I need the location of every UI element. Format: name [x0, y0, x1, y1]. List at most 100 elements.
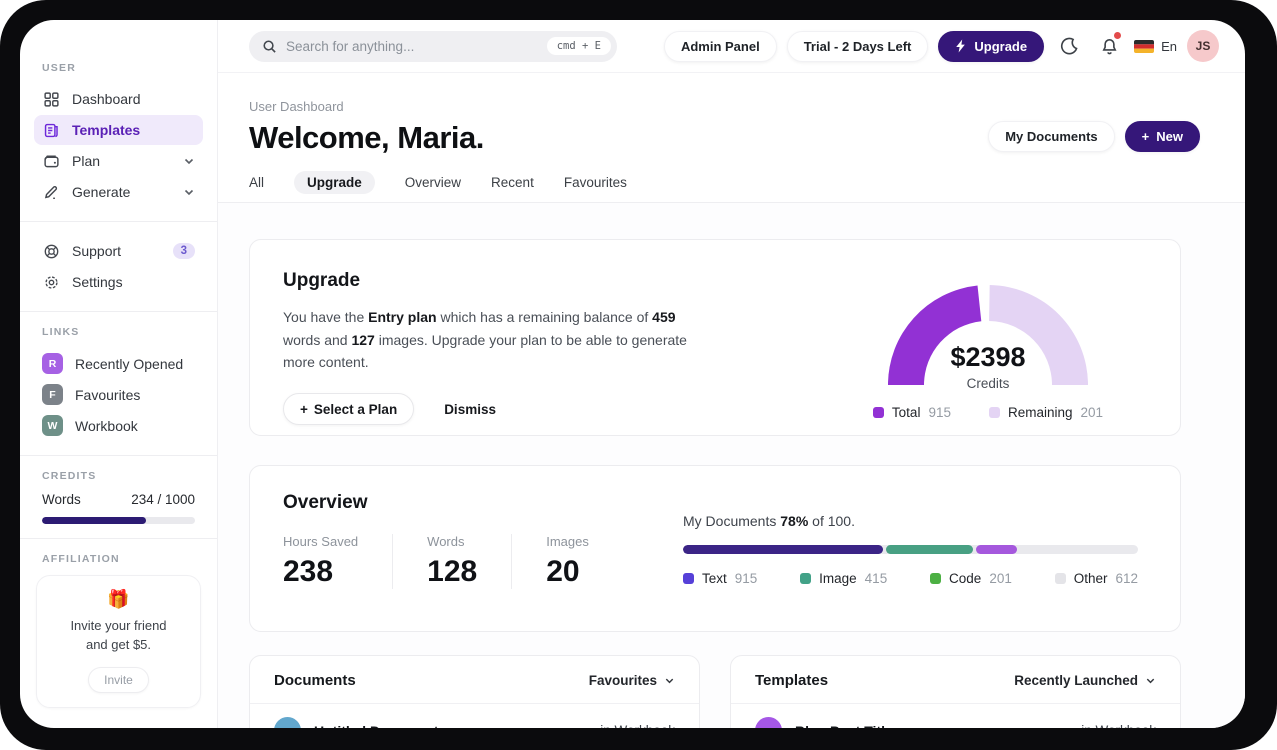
my-documents-button[interactable]: My Documents [988, 121, 1115, 152]
words-remaining: 459 [652, 309, 676, 325]
body-text: You have the [283, 309, 369, 325]
user-avatar[interactable]: JS [1187, 30, 1219, 62]
stat-words: Words 128 [427, 534, 513, 589]
section-label-credits: CREDITS [42, 470, 97, 482]
topbar-right: Admin Panel Trial - 2 Days Left Upgrade [663, 30, 1219, 62]
documents-filter-label: Favourites [588, 673, 657, 688]
sidebar-item-dashboard[interactable]: Dashboard [34, 84, 203, 114]
lifebuoy-icon [42, 242, 61, 261]
legend-swatch [930, 573, 942, 584]
notifications-button[interactable] [1094, 31, 1124, 61]
plan-name: Entry plan [368, 309, 437, 325]
legend-value: 415 [864, 571, 888, 586]
language-code: En [1161, 38, 1177, 54]
sidebar-item-settings[interactable]: Settings [34, 267, 203, 297]
document-row[interactable]: Untitled Document in Workbook [250, 704, 699, 728]
sidebar-link-workbook[interactable]: W Workbook [34, 410, 203, 441]
link-initial-badge: W [42, 415, 63, 436]
affiliation-card: 🎁 Invite your friend and get $5. Invite [36, 575, 201, 708]
sidebar-link-recently-opened[interactable]: R Recently Opened [34, 348, 203, 379]
sidebar-item-label: Support [72, 243, 122, 259]
upgrade-actions: + Select a Plan Dismiss [283, 393, 708, 426]
search-input[interactable]: Search for anything... cmd + E [249, 30, 617, 62]
credits-gauge: $2398 Credits Total 915 Remaining 201 [838, 270, 1138, 420]
legend-item-total: Total 915 [872, 405, 951, 420]
trial-button[interactable]: Trial - 2 Days Left [786, 30, 929, 62]
topbar: Search for anything... cmd + E Admin Pan… [218, 20, 1245, 73]
documents-card: Documents Favourites Untitled Document i… [249, 655, 700, 728]
sidebar-item-label: Settings [72, 274, 123, 290]
gauge-center: $2398 Credits [873, 342, 1103, 391]
bar-segment-code [975, 545, 1017, 554]
template-avatar [755, 717, 782, 728]
caption-text: My Documents [683, 513, 781, 529]
tab-recent[interactable]: Recent [491, 171, 534, 194]
search-placeholder: Search for anything... [286, 38, 415, 54]
tab-upgrade[interactable]: Upgrade [294, 171, 375, 194]
upgrade-button[interactable]: Upgrade [938, 30, 1045, 62]
legend-value: 915 [734, 571, 758, 586]
sidebar-item-generate[interactable]: Generate [34, 177, 203, 207]
legend-item-other: Other 612 [1054, 571, 1138, 586]
select-plan-button[interactable]: + Select a Plan [283, 393, 415, 426]
documents-filter-dropdown[interactable]: Favourites [589, 673, 675, 688]
stat-value: 128 [427, 555, 478, 588]
moon-icon [1060, 37, 1078, 54]
tab-favourites[interactable]: Favourites [564, 171, 627, 194]
notification-dot [1114, 32, 1122, 39]
gear-icon [42, 273, 61, 292]
legend-swatch [872, 407, 884, 418]
select-plan-label: Select a Plan [313, 401, 398, 417]
stat-label: Hours Saved [283, 534, 359, 549]
bar-segment-image [886, 545, 973, 554]
chevron-down-icon [1146, 678, 1155, 684]
templates-filter-dropdown[interactable]: Recently Launched [1014, 673, 1156, 688]
dark-mode-toggle[interactable] [1054, 31, 1084, 61]
legend-item-image: Image 415 [800, 571, 887, 586]
german-flag-icon [1134, 39, 1155, 53]
sidebar-link-label: Workbook [75, 417, 138, 434]
section-label-user: USER [42, 62, 76, 74]
legend-label: Remaining [1007, 405, 1073, 420]
sidebar-item-plan[interactable]: Plan [34, 146, 203, 176]
documents-progress: My Documents 78% of 100. Text 915 Image … [683, 492, 1138, 605]
invite-button[interactable]: Invite [88, 666, 149, 693]
language-selector[interactable]: En [1134, 39, 1177, 54]
credits-label: Words [42, 492, 81, 507]
upgrade-card-left: Upgrade You have the Entry plan which ha… [283, 270, 708, 426]
sidebar-divider [20, 311, 217, 312]
upgrade-card-body: You have the Entry plan which has a rema… [283, 306, 708, 374]
chevron-down-icon [183, 186, 195, 198]
legend-label: Image [819, 571, 857, 586]
stacked-progress-bar [683, 545, 1138, 554]
admin-panel-button[interactable]: Admin Panel [663, 30, 777, 62]
chevron-down-icon [665, 678, 674, 684]
stat-value: 238 [283, 555, 334, 588]
legend-swatch [683, 573, 694, 584]
sidebar-divider [20, 455, 217, 456]
new-button[interactable]: + New [1124, 121, 1200, 152]
stat-label: Images [546, 534, 589, 549]
app-window: USER Dashboard Templates Plan Generate S… [20, 20, 1245, 728]
legend-label: Code [949, 571, 982, 586]
documents-card-title: Documents [274, 672, 356, 689]
search-icon [263, 39, 276, 53]
tab-all[interactable]: All [249, 171, 264, 194]
legend-item-remaining: Remaining 201 [988, 405, 1103, 420]
template-row[interactable]: Blog Post Title in Workbook [731, 704, 1180, 728]
bar-segment-text [683, 545, 884, 554]
legend-value: 612 [1115, 571, 1138, 586]
affiliation-text: Invite your friend and get $5. [70, 618, 167, 652]
tab-overview[interactable]: Overview [405, 171, 461, 194]
progress-percent: 78% [780, 513, 809, 529]
upgrade-card-title: Upgrade [283, 270, 361, 291]
plus-icon: + [300, 401, 308, 417]
dismiss-button[interactable]: Dismiss [444, 402, 496, 417]
stat-hours-saved: Hours Saved 238 [283, 534, 394, 589]
sidebar-link-label: Favourites [75, 386, 141, 403]
sidebar-link-favourites[interactable]: F Favourites [34, 379, 203, 410]
link-initial-badge: F [42, 384, 63, 405]
overview-left: Overview Hours Saved 238 Words 128 Image… [283, 492, 589, 605]
sidebar-item-templates[interactable]: Templates [34, 115, 203, 145]
sidebar-item-support[interactable]: Support 3 [34, 236, 203, 266]
